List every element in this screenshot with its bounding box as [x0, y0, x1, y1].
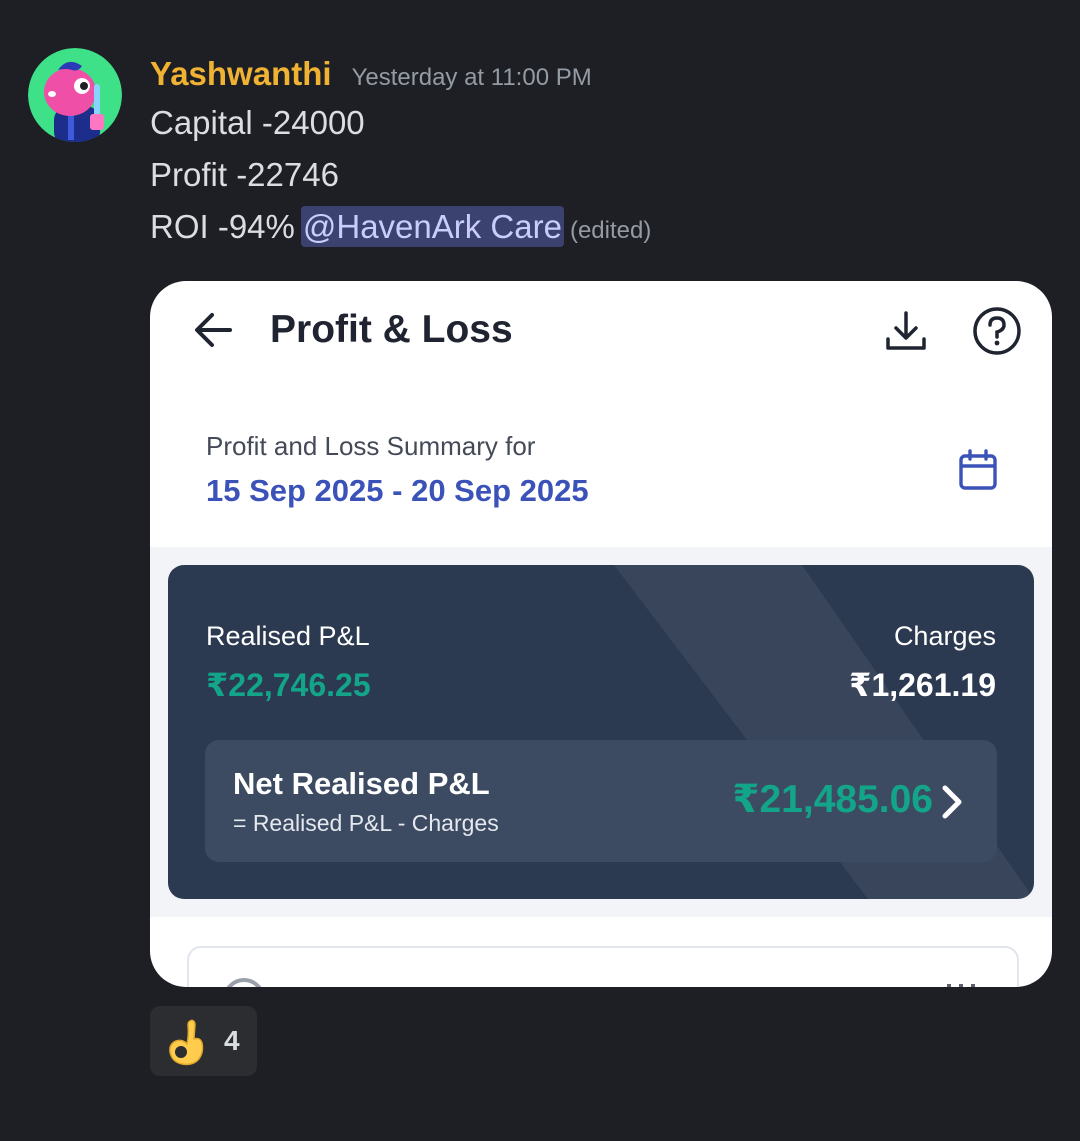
- pnl-card: Realised P&L ₹22,746.25 Charges ₹1,261.1…: [168, 565, 1034, 899]
- charges-label: Charges: [893, 621, 996, 651]
- calendar-icon: [959, 449, 997, 490]
- roi-text: ROI -94%: [150, 208, 295, 245]
- realised-pnl-value: ₹22,746.25: [206, 667, 371, 703]
- reaction-count: 4: [224, 1025, 240, 1056]
- page-title: Profit & Loss: [270, 308, 513, 351]
- message-line-capital: Capital -24000: [150, 104, 365, 141]
- message-line-profit: Profit -22746: [150, 156, 339, 193]
- help-circle-icon: [973, 307, 1021, 355]
- net-realised-pnl-title: Net Realised P&L: [233, 766, 490, 801]
- net-realised-pnl-value: ₹21,485.06: [732, 778, 933, 821]
- arrow-left-icon: [195, 313, 232, 347]
- attachment-image[interactable]: Profit & Loss Profit and Loss Summary fo…: [150, 281, 1052, 987]
- charges-value: ₹1,261.19: [849, 667, 996, 703]
- message-header: Yashwanthi Yesterday at 11:00 PM: [150, 52, 592, 96]
- ok-hand-icon: [169, 1019, 204, 1066]
- net-realised-pnl-row: Net Realised P&L = Realised P&L - Charge…: [205, 740, 997, 862]
- more-icon: [947, 984, 975, 987]
- download-icon: [886, 311, 926, 350]
- radio-circle-icon: [223, 978, 265, 987]
- user-mention[interactable]: @HavenArk Care: [300, 206, 564, 247]
- timestamp[interactable]: Yesterday at 11:00 PM: [352, 56, 592, 100]
- summary-label: Profit and Loss Summary for: [206, 431, 536, 461]
- message-line-roi: ROI -94% @HavenArk Care (edited): [150, 205, 651, 253]
- avatar[interactable]: [28, 48, 122, 142]
- net-realised-pnl-formula: = Realised P&L - Charges: [233, 810, 499, 836]
- avatar-character-icon: [28, 48, 122, 142]
- chevron-right-icon: [942, 785, 962, 819]
- username[interactable]: Yashwanthi: [150, 52, 332, 96]
- realised-pnl-label: Realised P&L: [206, 621, 370, 651]
- reaction-ok-hand[interactable]: 4: [150, 1006, 257, 1076]
- summary-date-range: 15 Sep 2025 - 20 Sep 2025: [206, 473, 589, 508]
- bottom-card-partial: [187, 946, 1019, 987]
- edited-label: (edited): [569, 217, 652, 244]
